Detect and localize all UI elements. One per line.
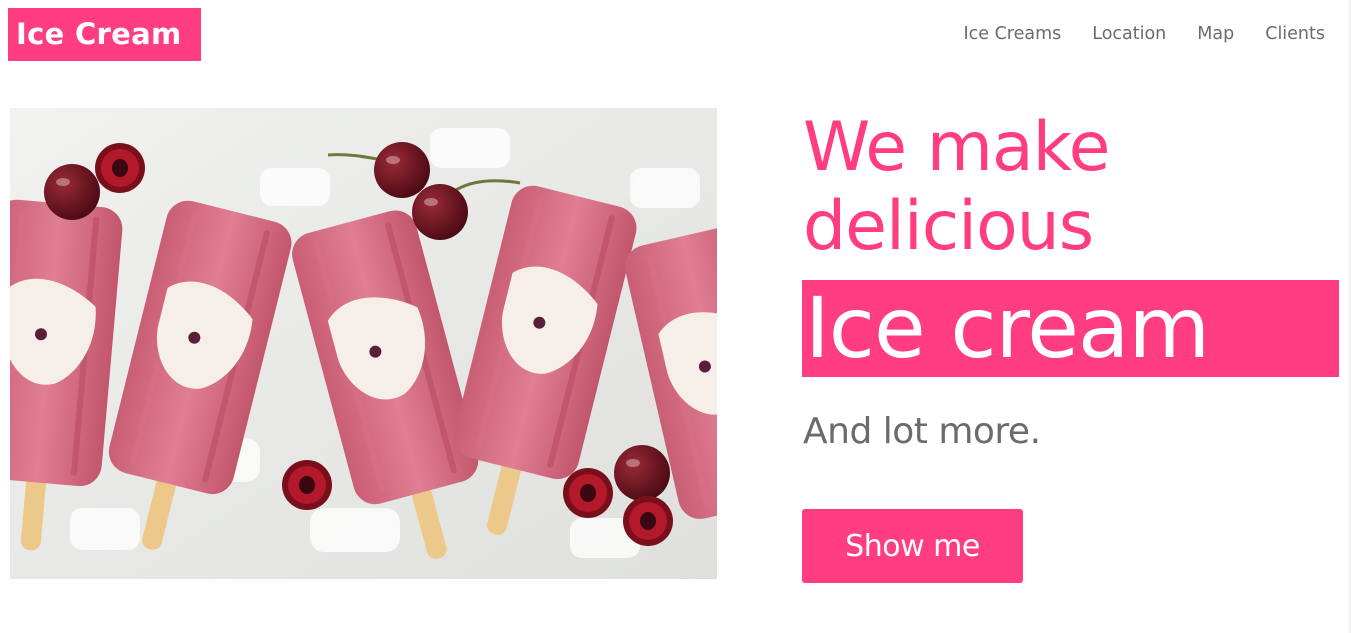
nav-item-location[interactable]: Location (1092, 22, 1166, 46)
nav-item-map[interactable]: Map (1197, 22, 1234, 46)
hero-subline: And lot more. (803, 411, 1041, 452)
hero-highlight: Ice cream (802, 280, 1339, 377)
hero-image (10, 108, 717, 579)
brand-logo[interactable]: Ice Cream (8, 8, 201, 61)
show-me-button[interactable]: Show me (802, 509, 1023, 583)
nav-item-ice-creams[interactable]: Ice Creams (963, 22, 1061, 46)
nav-item-clients[interactable]: Clients (1265, 22, 1325, 46)
hero-headline-text: We make delicious (803, 108, 1110, 266)
hero-headline: We make delicious (803, 108, 1243, 266)
popsicles-with-cherries-photo (10, 108, 717, 579)
main-nav: Ice Creams Location Map Clients (963, 22, 1325, 46)
